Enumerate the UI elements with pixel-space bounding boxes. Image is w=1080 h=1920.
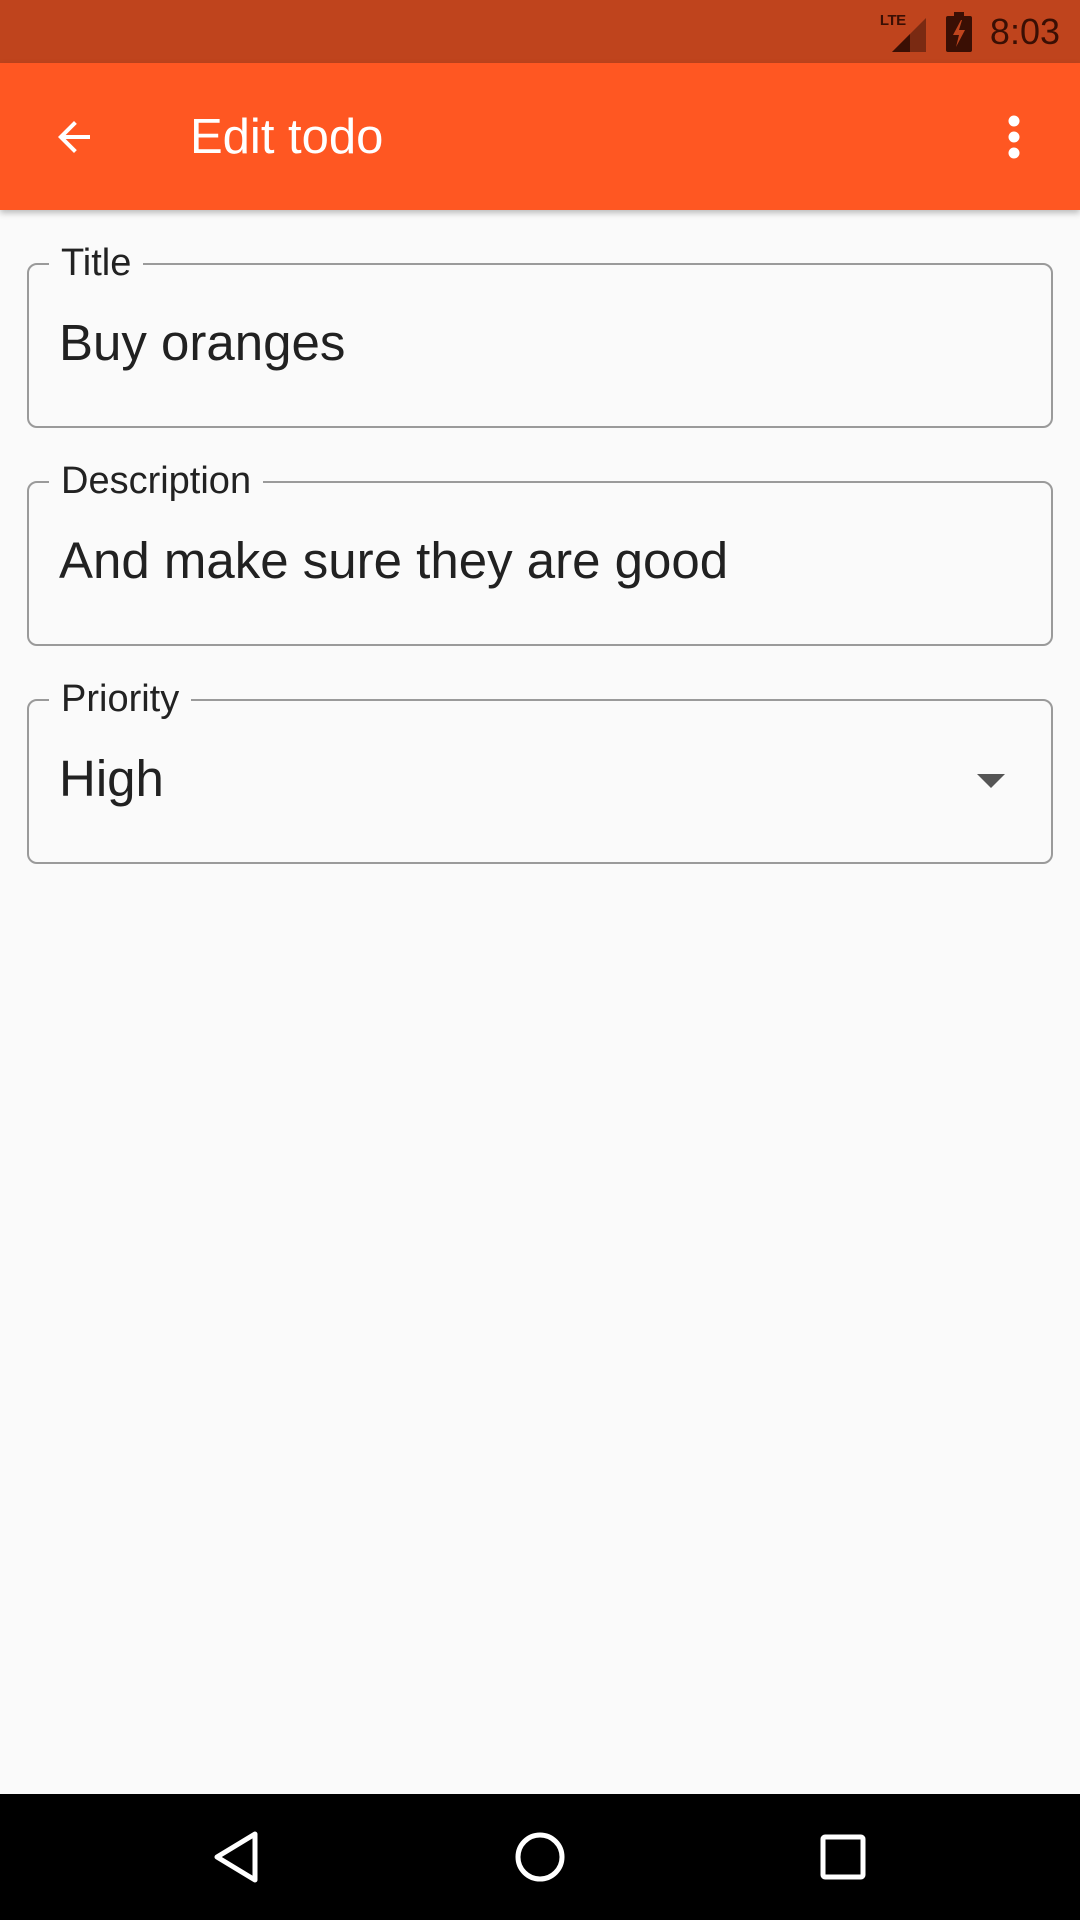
- more-vert-icon: [1008, 115, 1020, 159]
- title-field[interactable]: Title Buy oranges: [27, 241, 1053, 428]
- status-bar: LTE 8:03: [0, 0, 1080, 63]
- lte-signal-icon: LTE: [880, 12, 926, 52]
- status-time: 8:03: [989, 10, 1060, 52]
- description-input[interactable]: And make sure they are good: [59, 531, 1021, 591]
- priority-field-label: Priority: [49, 677, 192, 721]
- dropdown-arrow-icon[interactable]: [977, 774, 1005, 788]
- title-field-label: Title: [49, 241, 144, 285]
- nav-back-button[interactable]: [186, 1807, 286, 1907]
- recents-square-icon: [820, 1834, 866, 1880]
- status-icons: LTE 8:03: [880, 0, 1060, 63]
- nav-home-button[interactable]: [490, 1807, 590, 1907]
- more-options-button[interactable]: [964, 87, 1064, 187]
- priority-selected-value[interactable]: High: [59, 749, 1021, 809]
- description-field[interactable]: Description And make sure they are good: [27, 459, 1053, 646]
- system-nav-bar: [0, 1794, 1080, 1920]
- home-circle-icon: [515, 1832, 565, 1882]
- priority-dropdown[interactable]: Priority High: [27, 677, 1053, 864]
- back-arrow-icon: [58, 121, 90, 153]
- nav-recents-button[interactable]: [793, 1807, 893, 1907]
- app-bar: Edit todo: [0, 63, 1080, 210]
- page-title: Edit todo: [190, 109, 384, 164]
- title-input[interactable]: Buy oranges: [59, 313, 1021, 373]
- back-button[interactable]: [24, 87, 124, 187]
- battery-charging-icon: [945, 11, 972, 52]
- back-triangle-icon: [214, 1831, 258, 1883]
- description-field-label: Description: [49, 459, 264, 503]
